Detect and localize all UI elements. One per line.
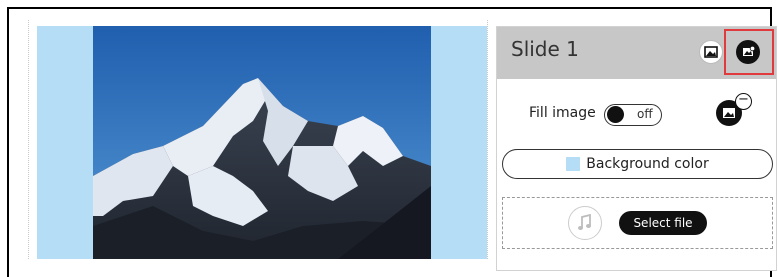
image-icon bbox=[723, 108, 735, 118]
mountain-photo bbox=[93, 26, 431, 271]
background-color-label: Background color bbox=[586, 156, 709, 172]
slide-background[interactable] bbox=[37, 26, 487, 271]
slide-image[interactable] bbox=[93, 26, 431, 271]
fill-image-label: Fill image bbox=[529, 105, 596, 121]
music-icon bbox=[568, 206, 602, 240]
fill-image-toggle[interactable]: off bbox=[604, 104, 662, 126]
remove-image-icon[interactable]: − bbox=[735, 93, 752, 110]
slide-settings-panel: Slide 1 Fill image off − Background colo… bbox=[496, 26, 777, 271]
canvas-bottom-strip bbox=[28, 259, 488, 271]
slide-canvas bbox=[28, 20, 488, 271]
slide-title: Slide 1 bbox=[511, 37, 579, 61]
add-background-image-icon bbox=[704, 46, 718, 58]
panel-header: Slide 1 bbox=[497, 27, 776, 79]
add-background-image-button[interactable] bbox=[699, 40, 723, 64]
toggle-knob bbox=[607, 106, 624, 123]
highlight-box bbox=[724, 29, 774, 75]
toggle-state-text: off bbox=[637, 107, 653, 121]
music-note-glyph bbox=[578, 214, 591, 230]
audio-dropzone[interactable]: Select file bbox=[502, 197, 773, 249]
background-color-button[interactable]: Background color bbox=[502, 149, 773, 179]
select-file-button[interactable]: Select file bbox=[619, 211, 707, 235]
background-color-swatch bbox=[566, 157, 581, 171]
